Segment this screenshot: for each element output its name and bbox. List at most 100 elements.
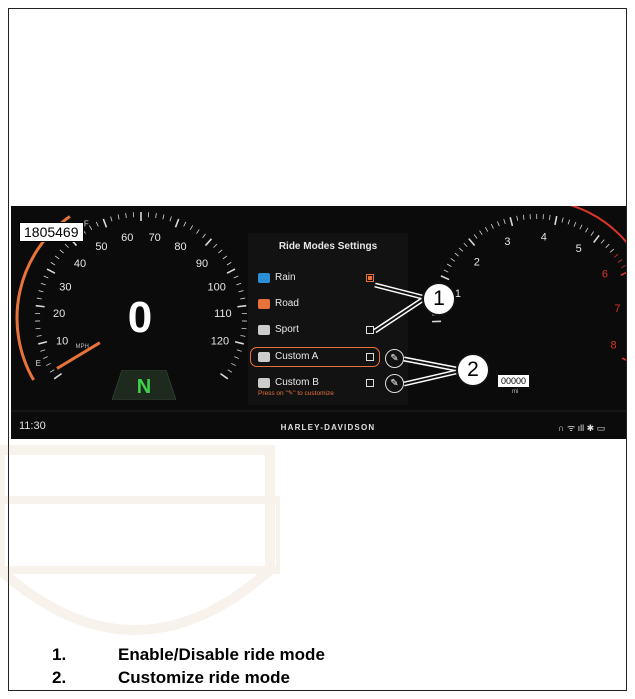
rpm-tick [484,226,489,232]
sport-icon [258,325,270,335]
rpm-tick [490,223,494,229]
enable-checkbox-rain[interactable] [366,274,374,282]
speed-readout: 0 [127,293,153,342]
speed-tick [117,214,120,220]
speed-tick [54,255,60,260]
speed-tick [227,369,233,373]
mode-label: Sport [275,324,299,335]
rpm-tick [497,221,500,227]
callout-2: 2 [456,353,490,387]
rpm-tick [522,214,525,220]
speed-tick-label: 30 [59,281,71,293]
speed-tick [183,221,187,227]
speed-tick [36,335,42,337]
rpm-tick [621,264,626,269]
rpm-tick [590,231,595,236]
rpm-tick-label: 5 [576,243,582,255]
speed-tick [88,225,93,231]
speed-tick [219,372,229,380]
mode-label: Rain [275,272,296,283]
speed-tick [237,304,247,308]
rpm-tick [454,252,459,257]
speed-tick [204,238,213,247]
speed-tick-label: 100 [207,281,225,293]
speed-tick [40,282,46,286]
rpm-tick [440,275,450,281]
custom-a-icon [258,352,270,362]
mode-item-custom-a[interactable]: Custom A [258,349,394,365]
speed-tick [162,214,165,220]
enable-checkbox-sport[interactable] [366,326,374,334]
speed-tick [202,233,206,239]
rpm-tick [479,230,483,236]
custom-b-icon [258,378,270,388]
speed-tick [169,216,172,222]
rpm-tick [621,357,626,361]
enable-checkbox-custom-b[interactable] [366,379,374,387]
speed-tick [46,362,51,366]
redline-arc [569,206,626,244]
rpm-tick [468,238,476,247]
speed-tick [38,290,44,293]
speed-tick-label: 20 [53,308,65,320]
speed-tick [35,327,41,330]
enable-checkbox-custom-a[interactable] [366,353,374,361]
road-icon [258,299,270,309]
rpm-tick [549,214,551,220]
speed-tick [46,268,56,274]
speed-tick [234,340,244,345]
speed-tick [233,275,239,279]
speed-tick-label: 50 [95,241,107,253]
speed-tick [189,225,194,231]
fuel-empty-label: E [36,359,41,368]
speed-tick [36,297,42,300]
rpm-tick-label: 2 [474,256,480,268]
speed-tick [125,213,127,219]
rpm-tick [605,243,610,248]
rpm-tick [446,263,452,267]
speed-tick [42,356,48,359]
speed-tick [213,243,218,248]
mode-item-road[interactable]: Road [258,296,394,312]
rpm-tick [620,271,626,276]
speed-tick [40,349,46,352]
speed-tick [196,229,200,234]
speed-tick [38,340,48,345]
speed-tick [50,262,56,266]
speed-tick [240,335,246,337]
legend-number: 2. [52,668,67,687]
mode-label: Road [275,298,299,309]
rpm-tick [554,215,558,226]
rpm-tick [561,217,564,223]
speed-tick [95,221,99,227]
fuel-full-label: F [84,219,89,228]
legend-text: Customize ride mode [118,668,290,687]
rpm-tick [579,224,583,230]
status-icons: ∩ ᯤ ıll ✱ ▭ [558,423,606,433]
rpm-tick [567,219,571,225]
speed-tick [238,290,244,293]
mode-label: Custom A [275,351,319,362]
ride-modes-title: Ride Modes Settings [278,241,378,252]
speed-tick [241,327,247,330]
speed-tick [226,262,232,266]
rpm-tick [509,217,514,227]
figure-id-label: 1805469 [19,222,84,242]
brand-logo-text: HARLEY-DAVIDSON [280,423,376,432]
rpm-tick [593,234,600,243]
rpm-tick [443,269,449,273]
rpm-tick [600,239,605,244]
rpm-tick [463,242,468,247]
mode-item-rain[interactable]: Rain [258,270,394,286]
speed-tick-label: 110 [214,308,232,320]
mode-item-sport[interactable]: Sport [258,322,394,338]
speed-tick [53,372,63,380]
rpm-tick-label: 3 [504,236,510,248]
edit-custom-a-button[interactable]: ✎ [385,349,404,368]
speed-tick [59,249,64,254]
speed-tick [218,249,223,254]
rain-icon [258,273,270,283]
speed-tick-label: 90 [196,258,208,270]
speed-tick [174,218,180,228]
speed-tick [236,349,242,352]
